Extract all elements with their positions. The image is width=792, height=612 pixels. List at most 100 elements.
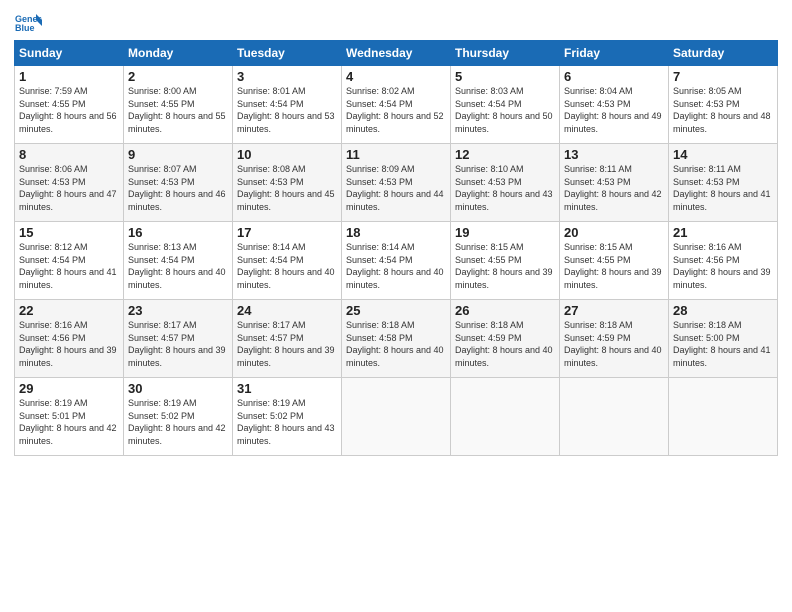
day-number: 27 — [564, 303, 664, 318]
logo: General Blue — [14, 10, 46, 34]
calendar-week-3: 15Sunrise: 8:12 AMSunset: 4:54 PMDayligh… — [15, 222, 778, 300]
col-header-friday: Friday — [560, 41, 669, 66]
col-header-thursday: Thursday — [451, 41, 560, 66]
day-info: Sunrise: 8:16 AMSunset: 4:56 PMDaylight:… — [673, 241, 773, 291]
day-number: 20 — [564, 225, 664, 240]
calendar-table: SundayMondayTuesdayWednesdayThursdayFrid… — [14, 40, 778, 456]
day-number: 8 — [19, 147, 119, 162]
page-container: General Blue SundayMondayTuesdayWednesda… — [0, 0, 792, 466]
calendar-cell: 5Sunrise: 8:03 AMSunset: 4:54 PMDaylight… — [451, 66, 560, 144]
calendar-cell: 18Sunrise: 8:14 AMSunset: 4:54 PMDayligh… — [342, 222, 451, 300]
calendar-cell: 15Sunrise: 8:12 AMSunset: 4:54 PMDayligh… — [15, 222, 124, 300]
day-number: 23 — [128, 303, 228, 318]
day-number: 5 — [455, 69, 555, 84]
calendar-cell: 29Sunrise: 8:19 AMSunset: 5:01 PMDayligh… — [15, 378, 124, 456]
day-number: 11 — [346, 147, 446, 162]
day-info: Sunrise: 8:16 AMSunset: 4:56 PMDaylight:… — [19, 319, 119, 369]
calendar-cell: 27Sunrise: 8:18 AMSunset: 4:59 PMDayligh… — [560, 300, 669, 378]
day-info: Sunrise: 7:59 AMSunset: 4:55 PMDaylight:… — [19, 85, 119, 135]
day-number: 9 — [128, 147, 228, 162]
day-info: Sunrise: 8:08 AMSunset: 4:53 PMDaylight:… — [237, 163, 337, 213]
day-number: 18 — [346, 225, 446, 240]
calendar-cell: 19Sunrise: 8:15 AMSunset: 4:55 PMDayligh… — [451, 222, 560, 300]
day-info: Sunrise: 8:18 AMSunset: 4:59 PMDaylight:… — [455, 319, 555, 369]
calendar-week-4: 22Sunrise: 8:16 AMSunset: 4:56 PMDayligh… — [15, 300, 778, 378]
calendar-cell: 23Sunrise: 8:17 AMSunset: 4:57 PMDayligh… — [124, 300, 233, 378]
day-info: Sunrise: 8:11 AMSunset: 4:53 PMDaylight:… — [673, 163, 773, 213]
day-info: Sunrise: 8:09 AMSunset: 4:53 PMDaylight:… — [346, 163, 446, 213]
day-number: 24 — [237, 303, 337, 318]
calendar-cell: 4Sunrise: 8:02 AMSunset: 4:54 PMDaylight… — [342, 66, 451, 144]
day-number: 21 — [673, 225, 773, 240]
col-header-saturday: Saturday — [669, 41, 778, 66]
day-info: Sunrise: 8:05 AMSunset: 4:53 PMDaylight:… — [673, 85, 773, 135]
day-number: 31 — [237, 381, 337, 396]
calendar-week-1: 1Sunrise: 7:59 AMSunset: 4:55 PMDaylight… — [15, 66, 778, 144]
calendar-cell — [669, 378, 778, 456]
day-info: Sunrise: 8:07 AMSunset: 4:53 PMDaylight:… — [128, 163, 228, 213]
day-number: 12 — [455, 147, 555, 162]
calendar-cell: 6Sunrise: 8:04 AMSunset: 4:53 PMDaylight… — [560, 66, 669, 144]
col-header-monday: Monday — [124, 41, 233, 66]
day-info: Sunrise: 8:19 AMSunset: 5:02 PMDaylight:… — [237, 397, 337, 447]
day-info: Sunrise: 8:10 AMSunset: 4:53 PMDaylight:… — [455, 163, 555, 213]
col-header-wednesday: Wednesday — [342, 41, 451, 66]
calendar-cell: 22Sunrise: 8:16 AMSunset: 4:56 PMDayligh… — [15, 300, 124, 378]
calendar-cell: 13Sunrise: 8:11 AMSunset: 4:53 PMDayligh… — [560, 144, 669, 222]
calendar-cell: 26Sunrise: 8:18 AMSunset: 4:59 PMDayligh… — [451, 300, 560, 378]
calendar-week-5: 29Sunrise: 8:19 AMSunset: 5:01 PMDayligh… — [15, 378, 778, 456]
calendar-cell: 24Sunrise: 8:17 AMSunset: 4:57 PMDayligh… — [233, 300, 342, 378]
calendar-cell: 11Sunrise: 8:09 AMSunset: 4:53 PMDayligh… — [342, 144, 451, 222]
calendar-cell: 3Sunrise: 8:01 AMSunset: 4:54 PMDaylight… — [233, 66, 342, 144]
day-info: Sunrise: 8:06 AMSunset: 4:53 PMDaylight:… — [19, 163, 119, 213]
calendar-week-2: 8Sunrise: 8:06 AMSunset: 4:53 PMDaylight… — [15, 144, 778, 222]
day-info: Sunrise: 8:02 AMSunset: 4:54 PMDaylight:… — [346, 85, 446, 135]
day-info: Sunrise: 8:13 AMSunset: 4:54 PMDaylight:… — [128, 241, 228, 291]
day-number: 25 — [346, 303, 446, 318]
day-info: Sunrise: 8:12 AMSunset: 4:54 PMDaylight:… — [19, 241, 119, 291]
day-info: Sunrise: 8:19 AMSunset: 5:01 PMDaylight:… — [19, 397, 119, 447]
day-info: Sunrise: 8:14 AMSunset: 4:54 PMDaylight:… — [346, 241, 446, 291]
calendar-cell: 1Sunrise: 7:59 AMSunset: 4:55 PMDaylight… — [15, 66, 124, 144]
calendar-cell: 31Sunrise: 8:19 AMSunset: 5:02 PMDayligh… — [233, 378, 342, 456]
day-info: Sunrise: 8:00 AMSunset: 4:55 PMDaylight:… — [128, 85, 228, 135]
calendar-cell: 25Sunrise: 8:18 AMSunset: 4:58 PMDayligh… — [342, 300, 451, 378]
day-info: Sunrise: 8:01 AMSunset: 4:54 PMDaylight:… — [237, 85, 337, 135]
day-info: Sunrise: 8:19 AMSunset: 5:02 PMDaylight:… — [128, 397, 228, 447]
header: General Blue — [14, 10, 778, 34]
day-info: Sunrise: 8:18 AMSunset: 4:58 PMDaylight:… — [346, 319, 446, 369]
calendar-cell: 28Sunrise: 8:18 AMSunset: 5:00 PMDayligh… — [669, 300, 778, 378]
day-info: Sunrise: 8:04 AMSunset: 4:53 PMDaylight:… — [564, 85, 664, 135]
day-info: Sunrise: 8:03 AMSunset: 4:54 PMDaylight:… — [455, 85, 555, 135]
day-number: 17 — [237, 225, 337, 240]
calendar-cell: 2Sunrise: 8:00 AMSunset: 4:55 PMDaylight… — [124, 66, 233, 144]
day-number: 10 — [237, 147, 337, 162]
day-info: Sunrise: 8:14 AMSunset: 4:54 PMDaylight:… — [237, 241, 337, 291]
col-header-sunday: Sunday — [15, 41, 124, 66]
day-info: Sunrise: 8:17 AMSunset: 4:57 PMDaylight:… — [128, 319, 228, 369]
day-info: Sunrise: 8:18 AMSunset: 4:59 PMDaylight:… — [564, 319, 664, 369]
day-number: 28 — [673, 303, 773, 318]
calendar-cell: 10Sunrise: 8:08 AMSunset: 4:53 PMDayligh… — [233, 144, 342, 222]
col-header-tuesday: Tuesday — [233, 41, 342, 66]
day-number: 4 — [346, 69, 446, 84]
calendar-cell: 14Sunrise: 8:11 AMSunset: 4:53 PMDayligh… — [669, 144, 778, 222]
calendar-cell: 8Sunrise: 8:06 AMSunset: 4:53 PMDaylight… — [15, 144, 124, 222]
day-number: 26 — [455, 303, 555, 318]
day-info: Sunrise: 8:17 AMSunset: 4:57 PMDaylight:… — [237, 319, 337, 369]
day-info: Sunrise: 8:15 AMSunset: 4:55 PMDaylight:… — [455, 241, 555, 291]
day-info: Sunrise: 8:11 AMSunset: 4:53 PMDaylight:… — [564, 163, 664, 213]
calendar-cell: 12Sunrise: 8:10 AMSunset: 4:53 PMDayligh… — [451, 144, 560, 222]
day-number: 13 — [564, 147, 664, 162]
logo-icon: General Blue — [14, 10, 42, 34]
day-number: 22 — [19, 303, 119, 318]
day-number: 6 — [564, 69, 664, 84]
day-number: 14 — [673, 147, 773, 162]
calendar-cell — [560, 378, 669, 456]
day-number: 3 — [237, 69, 337, 84]
day-number: 16 — [128, 225, 228, 240]
calendar-cell: 20Sunrise: 8:15 AMSunset: 4:55 PMDayligh… — [560, 222, 669, 300]
calendar-cell: 16Sunrise: 8:13 AMSunset: 4:54 PMDayligh… — [124, 222, 233, 300]
calendar-cell: 30Sunrise: 8:19 AMSunset: 5:02 PMDayligh… — [124, 378, 233, 456]
calendar-cell: 21Sunrise: 8:16 AMSunset: 4:56 PMDayligh… — [669, 222, 778, 300]
